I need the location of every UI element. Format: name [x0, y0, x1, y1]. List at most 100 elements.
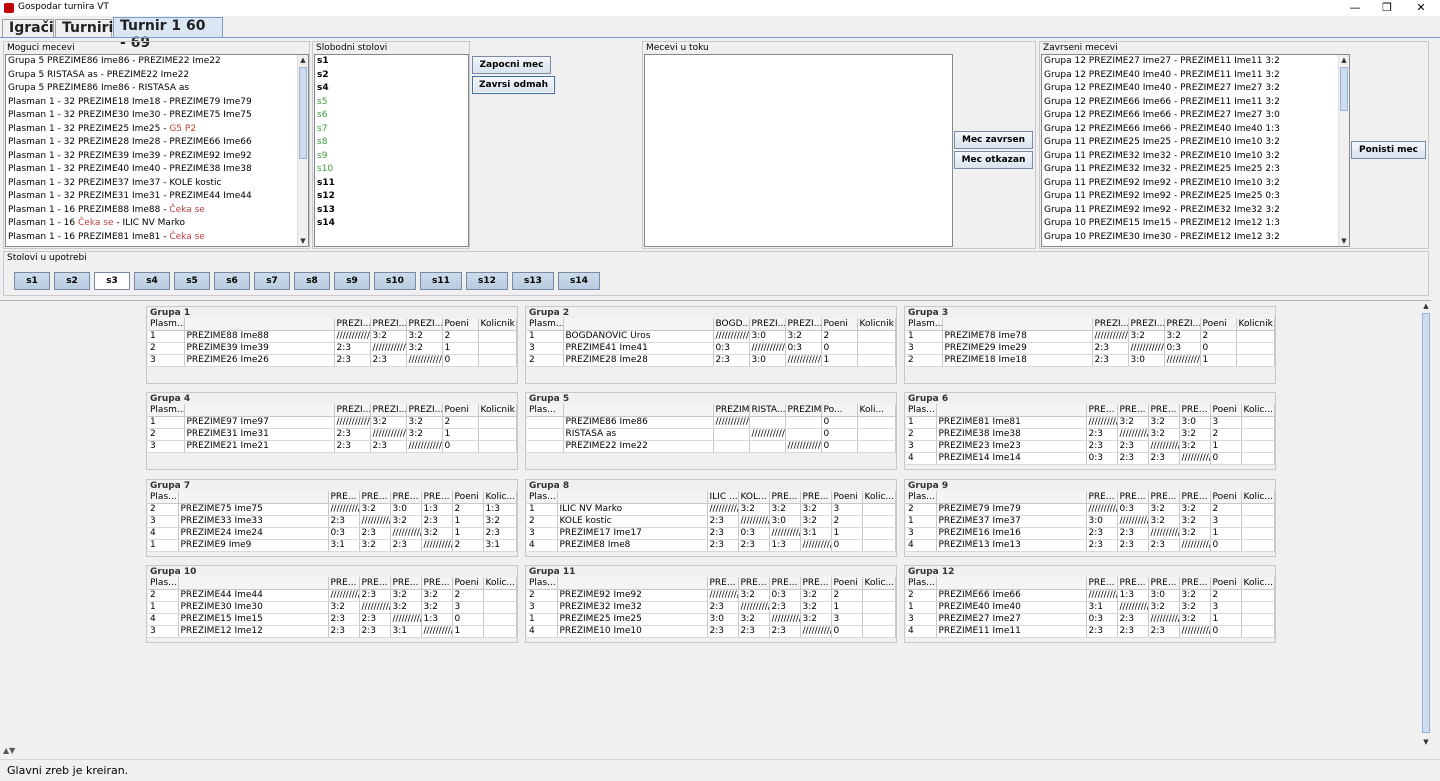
table-row[interactable]: 4PREZIME8 Ime82:32:31:3////////////0: [527, 539, 896, 552]
column-header[interactable]: PRE...: [421, 491, 453, 504]
list-item[interactable]: s11: [315, 177, 468, 191]
column-header[interactable]: Kolicnik: [478, 404, 517, 417]
column-header[interactable]: Poeni: [821, 318, 858, 331]
column-header[interactable]: [557, 491, 708, 504]
table-button-s9[interactable]: s9: [334, 272, 370, 290]
table-row[interactable]: 3PREZIME16 Ime162:32:3////////////3:21: [906, 527, 1275, 540]
table-button-s4[interactable]: s4: [134, 272, 170, 290]
column-header[interactable]: Plasm...: [148, 404, 185, 417]
column-header[interactable]: PRE...: [390, 491, 422, 504]
table-button-s10[interactable]: s10: [374, 272, 416, 290]
list-item[interactable]: s9: [315, 150, 468, 164]
moguci-mecevi-list[interactable]: Grupa 5 PREZIME86 Ime86 - PREZIME22 Ime2…: [5, 54, 309, 247]
column-header[interactable]: Plasm...: [148, 318, 185, 331]
table-row[interactable]: 3 PREZIME26 Ime26 2:3 2:3////////////0: [148, 354, 517, 367]
column-header[interactable]: PRE...: [1086, 491, 1118, 504]
column-header[interactable]: Poeni: [831, 577, 863, 590]
column-header[interactable]: Poeni: [1210, 491, 1242, 504]
table-row[interactable]: 2PREZIME66 Ime66////////////1:33:03:22: [906, 589, 1275, 602]
list-item[interactable]: Plasman 1 - 32 PREZIME28 Ime28 - PREZIME…: [6, 136, 308, 150]
column-header[interactable]: Poeni: [1210, 404, 1242, 417]
list-item[interactable]: Grupa 10 PREZIME15 Ime15 - PREZIME12 Ime…: [1042, 217, 1349, 231]
table-row[interactable]: 4PREZIME24 Ime240:32:3////////////3:212:…: [148, 527, 517, 540]
column-header[interactable]: Poeni: [452, 577, 484, 590]
column-header[interactable]: Po...: [821, 404, 858, 417]
table-button-s14[interactable]: s14: [558, 272, 600, 290]
list-item[interactable]: Plasman 1 - 32 PREZIME18 Ime18 - PREZIME…: [6, 96, 308, 110]
column-header[interactable]: [184, 318, 335, 331]
table-row[interactable]: 4PREZIME14 Ime140:32:32:3////////////0: [906, 452, 1275, 465]
column-header[interactable]: Plas...: [906, 577, 937, 590]
table-row[interactable]: 1 PREZIME78 Ime78////////////3:2 3:2 2: [906, 330, 1275, 343]
table-row[interactable]: 1ILIC NV Marko////////////3:23:23:23: [527, 503, 896, 516]
list-item[interactable]: Grupa 5 RISTASA as - PREZIME22 Ime22: [6, 69, 308, 83]
column-header[interactable]: PRE...: [328, 577, 360, 590]
column-header[interactable]: Kolic...: [862, 491, 896, 504]
zavrseni-mecevi-list[interactable]: Grupa 12 PREZIME27 Ime27 - PREZIME11 Ime…: [1041, 54, 1350, 247]
column-header[interactable]: PREZI...: [1128, 318, 1165, 331]
mec-zavrsen-button[interactable]: Mec zavrsen: [954, 131, 1033, 149]
close-button[interactable]: ✕: [1404, 0, 1438, 16]
column-header[interactable]: Plasm...: [527, 318, 564, 331]
mecevi-u-toku-list[interactable]: [644, 54, 953, 247]
list-item[interactable]: Grupa 12 PREZIME27 Ime27 - PREZIME11 Ime…: [1042, 55, 1349, 69]
column-header[interactable]: KOL...: [738, 491, 770, 504]
table-row[interactable]: PREZIME86 Ime86//////////// 0: [527, 416, 896, 429]
column-header[interactable]: PRE...: [738, 577, 770, 590]
column-header[interactable]: Kolic...: [483, 577, 517, 590]
list-item[interactable]: s12: [315, 190, 468, 204]
table-row[interactable]: 2 PREZIME18 Ime18 2:3 3:0////////////1: [906, 354, 1275, 367]
split-arrows-icon[interactable]: ▲▼: [3, 746, 15, 755]
column-header[interactable]: [936, 404, 1087, 417]
list-item[interactable]: Plasman 1 - 32 PREZIME30 Ime30 - PREZIME…: [6, 109, 308, 123]
column-header[interactable]: Plas...: [527, 404, 564, 417]
scroll-down-icon[interactable]: ▼: [298, 236, 308, 246]
column-header[interactable]: Plasm...: [906, 318, 943, 331]
table-row[interactable]: 3 PREZIME41 Ime41 0:3////////////0:3 0: [527, 342, 896, 355]
table-row[interactable]: 3PREZIME27 Ime270:32:3////////////3:21: [906, 613, 1275, 626]
column-header[interactable]: PREZI...: [334, 404, 371, 417]
group-table[interactable]: Plasm... PREZI... PREZI... PREZI... Poeni Kol…: [148, 318, 517, 367]
list-item[interactable]: Plasman 1 - 16 PREZIME81 Ime81 - Čeka se: [6, 231, 308, 245]
column-header[interactable]: [563, 318, 714, 331]
list-item[interactable]: s13: [315, 204, 468, 218]
column-header[interactable]: Kolic...: [1241, 491, 1275, 504]
column-header[interactable]: Plas...: [527, 491, 558, 504]
slobodni-stolovi-list[interactable]: s1 s2 s4 s5 s6 s7 s8 s9 s10 s11 s12 s13 s14: [314, 54, 469, 247]
restore-button[interactable]: ❐: [1370, 0, 1404, 16]
tab-turnir-1-60-69[interactable]: Turnir 1 60 - 69: [113, 17, 223, 51]
table-row[interactable]: 3PREZIME33 Ime332:3////////////3:22:313:…: [148, 515, 517, 528]
table-row[interactable]: 3PREZIME23 Ime232:32:3////////////3:21: [906, 440, 1275, 453]
list-item[interactable]: Plasman 1 - 32 PREZIME25 Ime25 - G5 P2: [6, 123, 308, 137]
table-row[interactable]: 1PREZIME9 Ime93:13:22:3////////////23:1: [148, 539, 517, 552]
list-item[interactable]: Grupa 11 PREZIME92 Ime92 - PREZIME25 Ime…: [1042, 190, 1349, 204]
column-header[interactable]: PREZI...: [406, 318, 443, 331]
table-row[interactable]: 3PREZIME12 Ime122:32:33:1////////////1: [148, 625, 517, 638]
ponisti-mec-button[interactable]: Ponisti mec: [1351, 141, 1426, 159]
column-header[interactable]: PRE...: [707, 577, 739, 590]
list-item[interactable]: Grupa 11 PREZIME92 Ime92 - PREZIME10 Ime…: [1042, 177, 1349, 191]
list-item[interactable]: Plasman 1 - 32 PREZIME39 Ime39 - PREZIME…: [6, 150, 308, 164]
table-row[interactable]: 2 PREZIME31 Ime31 2:3////////////3:2 1: [148, 428, 517, 441]
moguci-scrollbar[interactable]: ▲ ▼: [297, 55, 308, 246]
column-header[interactable]: Plas...: [148, 491, 179, 504]
table-button-s6[interactable]: s6: [214, 272, 250, 290]
list-item[interactable]: Plasman 1 - 16 PREZIME88 Ime88 - Čeka se: [6, 204, 308, 218]
column-header[interactable]: Kolic...: [862, 577, 896, 590]
zavrseni-scrollbar[interactable]: ▲ ▼: [1338, 55, 1349, 246]
table-button-s5[interactable]: s5: [174, 272, 210, 290]
table-row[interactable]: 2KOLE kostic2:3////////////3:03:22: [527, 515, 896, 528]
table-row[interactable]: 4PREZIME10 Ime102:32:32:3////////////0: [527, 625, 896, 638]
table-row[interactable]: RISTASA as //////////// 0: [527, 428, 896, 441]
column-header[interactable]: Kolic...: [1241, 404, 1275, 417]
scroll-up-icon[interactable]: ▲: [1339, 55, 1349, 65]
column-header[interactable]: PREZI...: [334, 318, 371, 331]
column-header[interactable]: Plas...: [148, 577, 179, 590]
column-header[interactable]: PRE...: [1117, 404, 1149, 417]
table-button-s11[interactable]: s11: [420, 272, 462, 290]
column-header[interactable]: PREZI...: [406, 404, 443, 417]
column-header[interactable]: PRE...: [1148, 491, 1180, 504]
column-header[interactable]: PRE...: [1117, 491, 1149, 504]
list-item[interactable]: s7: [315, 123, 468, 137]
table-button-s13[interactable]: s13: [512, 272, 554, 290]
